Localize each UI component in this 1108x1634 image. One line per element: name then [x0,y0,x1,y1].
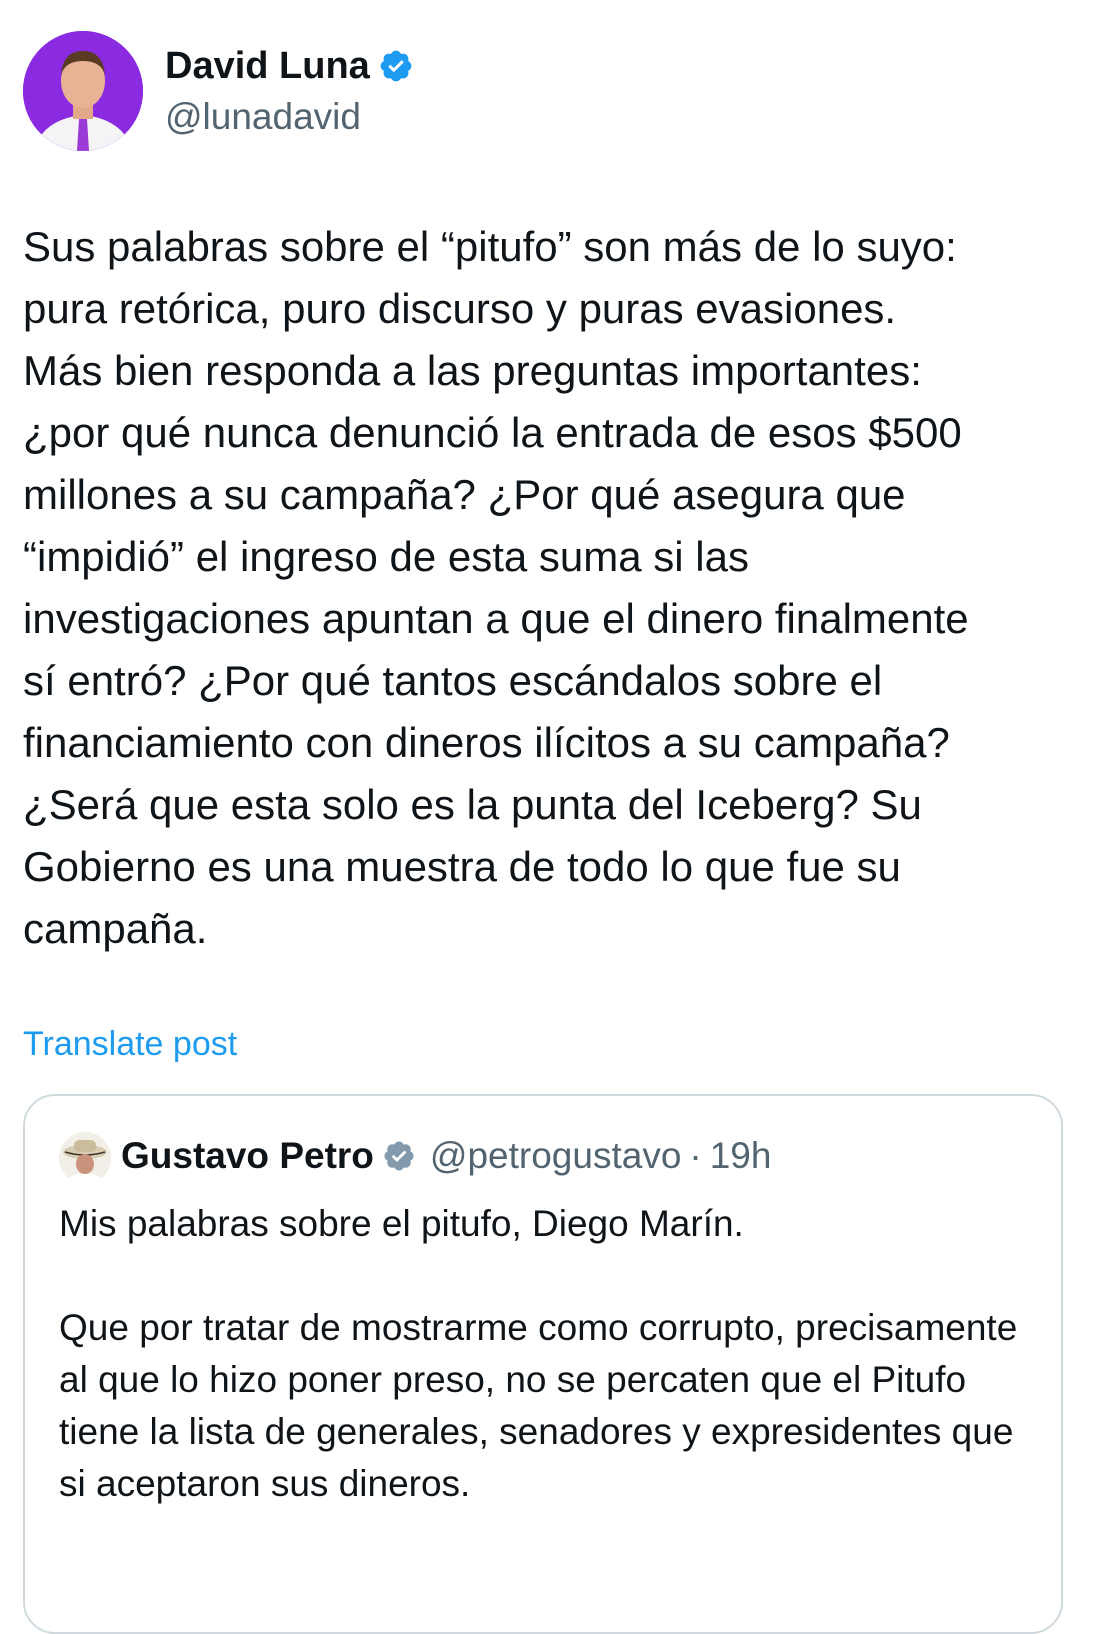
author-avatar[interactable] [23,31,143,151]
quoted-post-card[interactable]: Gustavo Petro @petrogustavo · 19h Mis pa… [23,1094,1063,1634]
quoted-post-text: Mis palabras sobre el pitufo, Diego Marí… [59,1198,1039,1562]
quoted-post-header: Gustavo Petro @petrogustavo · 19h [121,1132,771,1180]
quoted-post-paragraph: Mis palabras sobre el pitufo, Diego Marí… [59,1203,744,1244]
verified-badge-icon [380,50,412,82]
quoted-author-handle[interactable]: @petrogustavo [430,1132,681,1180]
verified-badge-gray-icon [384,1141,414,1171]
quoted-author-avatar[interactable] [59,1132,111,1184]
author-avatar-image [23,31,143,151]
quoted-post-separator: · [689,1135,702,1176]
translate-post-link[interactable]: Translate post [23,1022,237,1066]
quoted-author-avatar-image [59,1132,111,1184]
author-display-name[interactable]: David Luna [165,42,370,90]
author-display-name-row[interactable]: David Luna [165,42,414,90]
quoted-author-name[interactable]: Gustavo Petro [121,1132,374,1180]
quoted-post-paragraph: Que por tratar de mostrarme como corrupt… [59,1307,1018,1504]
author-handle[interactable]: @lunadavid [165,94,361,140]
post-text: Sus palabras sobre el “pitufo” son más d… [23,223,969,952]
quoted-post-timestamp[interactable]: 19h [710,1132,772,1180]
